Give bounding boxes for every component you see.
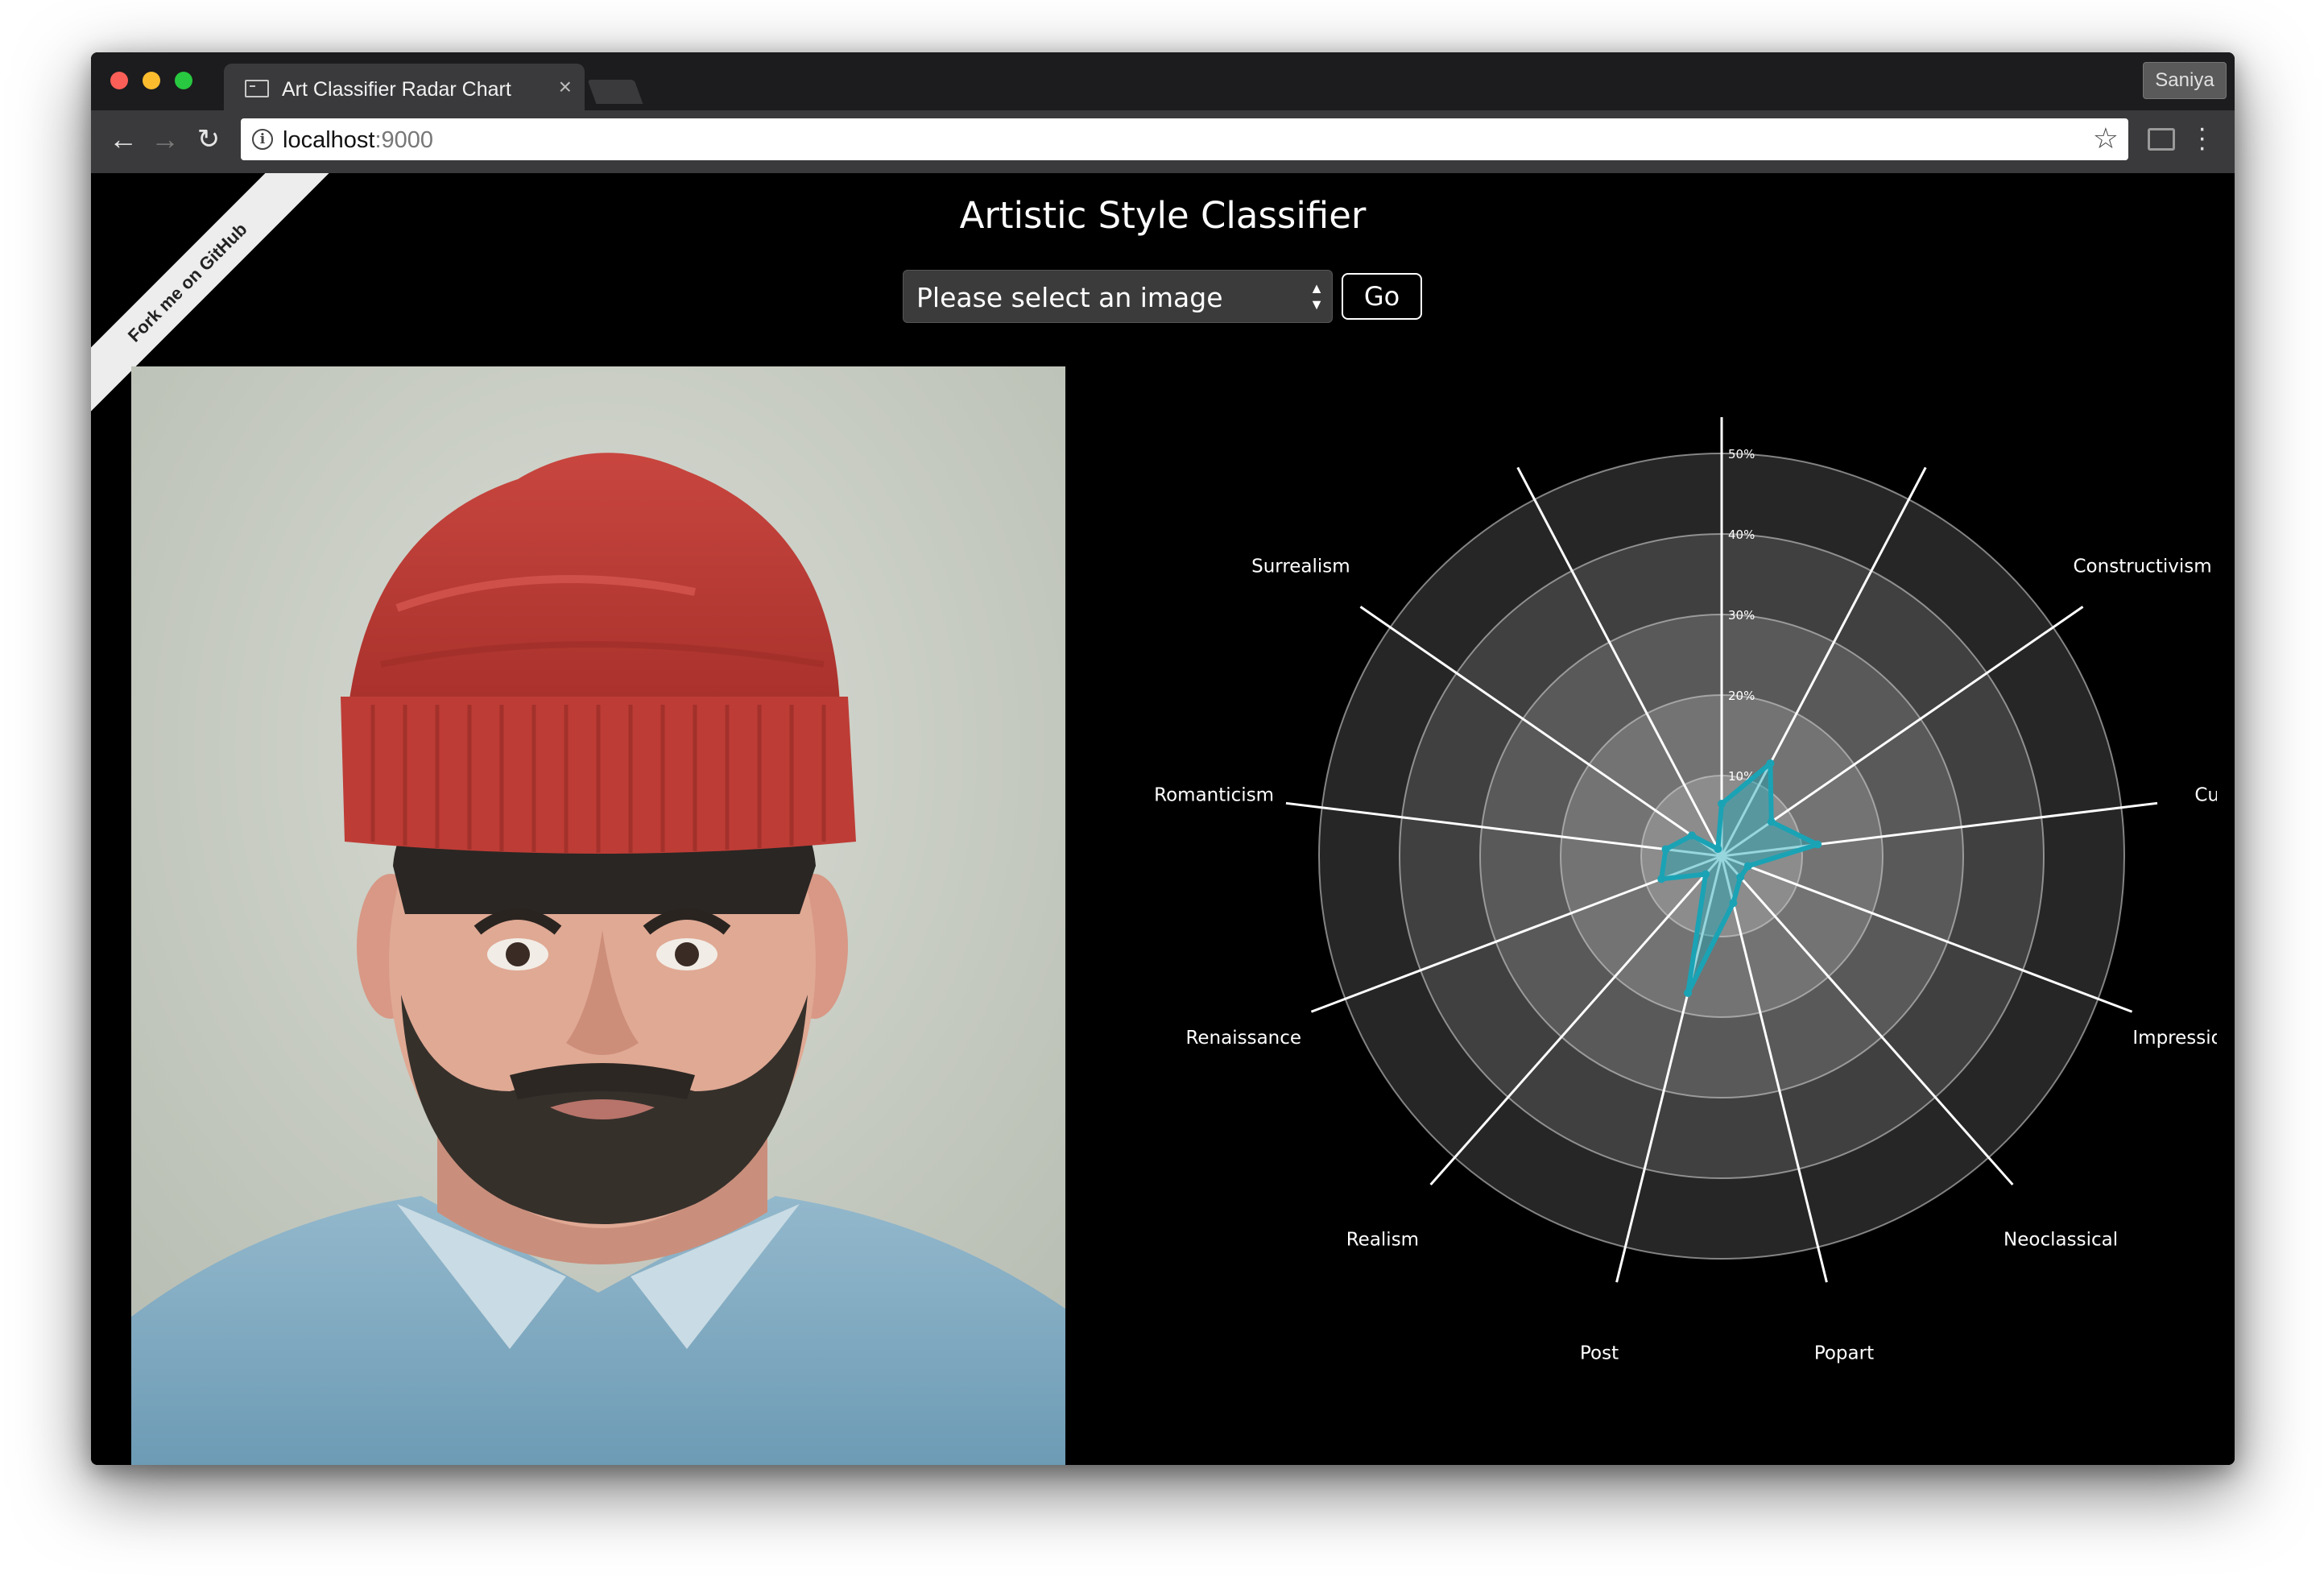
radar-data-point xyxy=(1684,988,1693,997)
radar-axis-label: Neoclassical xyxy=(2004,1229,2118,1250)
info-icon[interactable]: i xyxy=(252,129,273,150)
radar-data-point xyxy=(1729,899,1738,908)
profile-button[interactable]: Saniya xyxy=(2143,62,2227,99)
radar-data-point xyxy=(1813,840,1822,849)
radar-axis-label: Impressionism xyxy=(2132,1028,2217,1049)
radar-axis-label: Realism xyxy=(1346,1229,1419,1250)
cast-icon[interactable] xyxy=(2148,128,2175,151)
radar-tick-label: 30% xyxy=(1728,608,1755,623)
url-port: :9000 xyxy=(374,127,434,153)
browser-window: Art Classifier Radar Chart × Saniya ← → … xyxy=(91,52,2235,1465)
radar-data-point xyxy=(1687,831,1696,840)
radar-data-point xyxy=(1714,845,1722,854)
address-toolbar: ← → ↻ i localhost:9000 ☆ · · · xyxy=(91,110,2235,174)
tab-active[interactable]: Art Classifier Radar Chart × xyxy=(224,64,585,110)
address-bar[interactable]: i localhost:9000 ☆ xyxy=(241,118,2128,160)
maximize-window-button[interactable] xyxy=(175,72,192,89)
image-select-value: Please select an image xyxy=(916,282,1223,313)
radar-axis-label: Post xyxy=(1580,1343,1619,1364)
close-window-button[interactable] xyxy=(110,72,128,89)
radar-tick-label: 50% xyxy=(1728,447,1755,461)
tab-close-button[interactable]: × xyxy=(559,75,572,99)
menu-kebab-icon[interactable]: · · · xyxy=(2198,114,2206,161)
back-button[interactable]: ← xyxy=(105,122,141,157)
tab-bar: Art Classifier Radar Chart × Saniya xyxy=(91,52,2235,110)
radar-tick-label: 40% xyxy=(1728,528,1755,542)
go-button[interactable]: Go xyxy=(1342,273,1422,320)
radar-axis-label: Surrealism xyxy=(1251,556,1350,577)
select-arrows-icon: ▲ ▼ xyxy=(1309,280,1324,312)
tab-title: Art Classifier Radar Chart xyxy=(282,78,511,101)
reload-button[interactable]: ↻ xyxy=(191,122,226,157)
radar-data-point xyxy=(1661,845,1670,854)
page-title: Artistic Style Classifier xyxy=(959,194,1367,237)
radar-data-point xyxy=(1743,862,1752,871)
radar-axis-label: Cubism xyxy=(2194,784,2217,805)
radar-axis-label: Constructivism xyxy=(2074,556,2212,577)
url-host: localhost xyxy=(283,127,375,153)
forward-button[interactable]: → xyxy=(147,122,183,157)
radar-data-point xyxy=(1657,875,1666,883)
radar-axis-label: Romanticism xyxy=(1154,784,1274,805)
terminal-icon xyxy=(245,80,269,97)
radar-data-point xyxy=(1766,759,1775,768)
radar-tick-label: 20% xyxy=(1728,689,1755,703)
image-select[interactable]: Please select an image ▲ ▼ xyxy=(903,270,1333,323)
new-tab-button[interactable] xyxy=(587,80,643,104)
radar-data-point xyxy=(1767,817,1776,826)
radar-axis-label: Popart xyxy=(1814,1343,1874,1364)
page-content: Fork me on GitHub Artistic Style Classif… xyxy=(91,173,2235,1465)
minimize-window-button[interactable] xyxy=(143,72,160,89)
bookmark-star-icon[interactable]: ☆ xyxy=(2093,122,2119,155)
radar-chart: 10%20%30%40%50% AbstractExpressionismBar… xyxy=(1154,417,2217,1364)
radar-data-point xyxy=(1702,870,1710,879)
portrait-image xyxy=(131,366,1065,1465)
radar-axis-label: Renaissance xyxy=(1185,1028,1301,1049)
url-text: localhost:9000 xyxy=(283,127,433,154)
radar-data-point xyxy=(1736,873,1745,882)
radar-data-point xyxy=(1718,800,1726,808)
